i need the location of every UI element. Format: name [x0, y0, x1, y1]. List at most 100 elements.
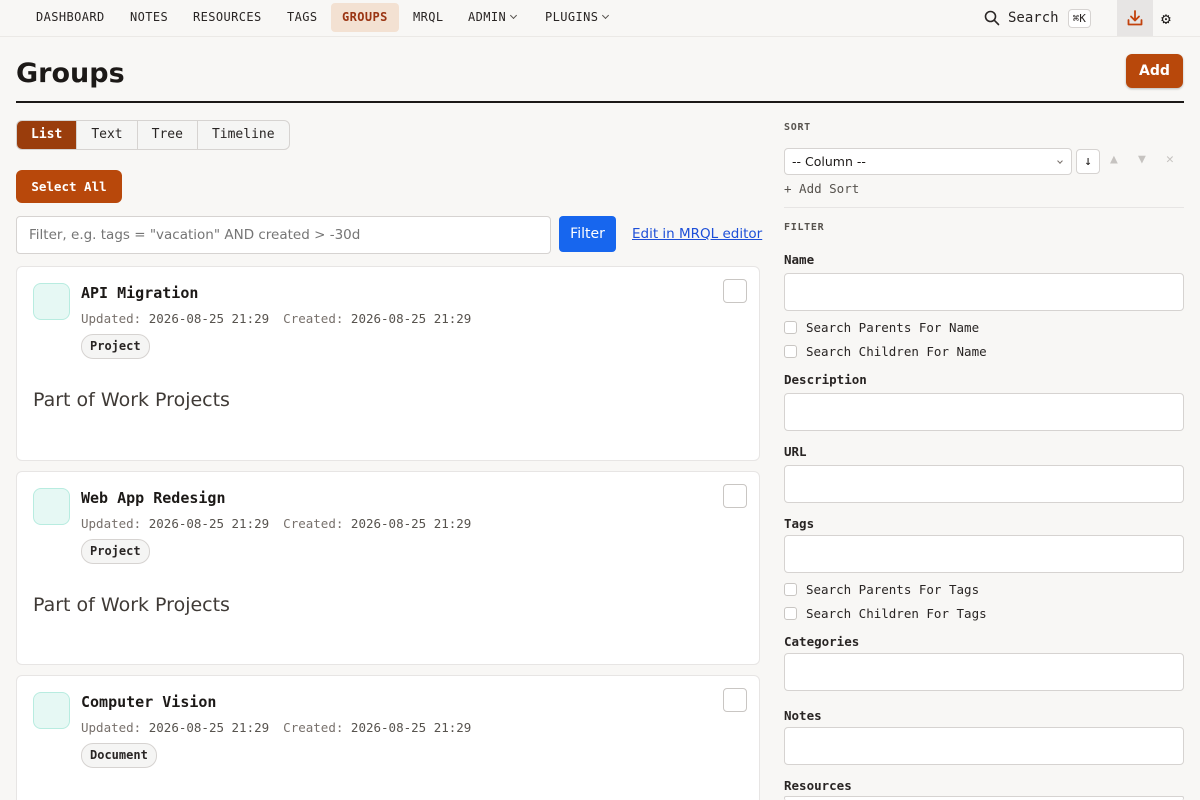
notes-label: Notes: [784, 708, 822, 723]
notes-field[interactable]: [784, 727, 1184, 765]
add-button[interactable]: Add: [1126, 54, 1183, 88]
group-avatar: [33, 488, 70, 525]
nav-item-groups[interactable]: GROUPS: [331, 3, 399, 32]
categories-field[interactable]: [784, 653, 1184, 691]
updated-label: Updated:: [81, 720, 142, 735]
nav-item-notes[interactable]: NOTES: [119, 3, 179, 32]
search-parents-tags-checkbox[interactable]: Search Parents For Tags: [784, 581, 980, 597]
add-sort-button[interactable]: + Add Sort: [784, 181, 859, 196]
download-icon: [1127, 10, 1143, 26]
chevron-down-icon: [1057, 158, 1063, 164]
group-timestamps: Updated: 2026-08-25 21:29 Created: 2026-0…: [81, 516, 471, 531]
updated-value: 2026-08-25 21:29: [148, 516, 270, 531]
title-divider: [16, 101, 1184, 103]
nav-item-resources[interactable]: RESOURCES: [182, 3, 273, 32]
select-checkbox[interactable]: [723, 484, 747, 508]
group-name[interactable]: Computer Vision: [81, 693, 216, 711]
settings-button[interactable]: ⚙: [1157, 8, 1175, 28]
group-description: Part of Work Projects: [33, 594, 230, 616]
search-button[interactable]: Search ⌘K: [984, 6, 1091, 30]
group-timestamps: Updated: 2026-08-25 21:29 Created: 2026-0…: [81, 720, 471, 735]
filter-button[interactable]: Filter: [559, 216, 616, 252]
move-down-icon[interactable]: ▼: [1138, 152, 1146, 167]
search-parents-name-checkbox[interactable]: Search Parents For Name: [784, 319, 980, 335]
tab-timeline[interactable]: Timeline: [198, 121, 289, 149]
nav-item-mrql[interactable]: MRQL: [402, 3, 455, 32]
checkbox-label: Search Parents For Name: [806, 319, 980, 335]
updated-label: Updated:: [81, 311, 142, 326]
sort-column-select[interactable]: -- Column --: [784, 148, 1072, 175]
checkbox-label: Search Children For Name: [806, 343, 987, 359]
chevron-down-icon: [602, 11, 610, 20]
created-label: Created:: [283, 516, 344, 531]
description-label: Description: [784, 372, 867, 387]
top-nav: DASHBOARD NOTES RESOURCES TAGS GROUPS MR…: [0, 0, 1200, 37]
tags-field[interactable]: [784, 535, 1184, 573]
search-children-name-checkbox[interactable]: Search Children For Name: [784, 343, 987, 359]
nav-item-admin[interactable]: ADMIN: [457, 3, 527, 32]
url-label: URL: [784, 444, 807, 459]
move-up-icon[interactable]: ▲: [1110, 152, 1118, 167]
nav-label: PLUGINS: [545, 10, 599, 24]
filter-heading: FILTER: [784, 222, 825, 233]
created-label: Created:: [283, 720, 344, 735]
view-tabs: List Text Tree Timeline: [16, 120, 290, 150]
group-name[interactable]: API Migration: [81, 284, 198, 302]
page-title: Groups: [16, 58, 125, 89]
tag-chip[interactable]: Project: [81, 539, 150, 564]
group-description: Part of Work Projects: [33, 389, 230, 411]
filter-input[interactable]: [16, 216, 551, 254]
nav-item-plugins[interactable]: PLUGINS: [534, 3, 619, 32]
select-all-button[interactable]: Select All: [16, 170, 122, 203]
group-name[interactable]: Web App Redesign: [81, 489, 226, 507]
checkbox[interactable]: [784, 344, 797, 358]
checkbox-label: Search Children For Tags: [806, 605, 987, 621]
name-field[interactable]: [784, 273, 1184, 311]
search-children-tags-checkbox[interactable]: Search Children For Tags: [784, 605, 987, 621]
checkbox-label: Search Parents For Tags: [806, 581, 980, 597]
download-button[interactable]: [1117, 0, 1153, 36]
sort-column-value: -- Column --: [792, 154, 866, 169]
group-timestamps: Updated: 2026-08-25 21:29 Created: 2026-0…: [81, 311, 471, 326]
tag-chip[interactable]: Project: [81, 334, 150, 359]
search-label: Search: [1008, 10, 1059, 26]
resources-field[interactable]: [784, 796, 1184, 800]
description-field[interactable]: [784, 393, 1184, 431]
updated-value: 2026-08-25 21:29: [148, 311, 270, 326]
search-shortcut-badge: ⌘K: [1067, 8, 1091, 28]
group-card[interactable]: Web App Redesign Updated: 2026-08-25 21:…: [16, 471, 760, 665]
name-label: Name: [784, 252, 815, 267]
tab-list[interactable]: List: [17, 121, 78, 149]
checkbox[interactable]: [784, 606, 797, 620]
sort-direction-button[interactable]: ↓: [1076, 149, 1100, 174]
group-card[interactable]: Computer Vision Updated: 2026-08-25 21:2…: [16, 675, 760, 800]
url-field[interactable]: [784, 465, 1184, 503]
search-icon: [984, 10, 1000, 26]
tags-label: Tags: [784, 516, 815, 531]
checkbox[interactable]: [784, 320, 797, 334]
updated-value: 2026-08-25 21:29: [148, 720, 270, 735]
tab-tree[interactable]: Tree: [138, 121, 198, 149]
nav-label: ADMIN: [468, 10, 507, 24]
sidebar-divider: [784, 207, 1184, 208]
tag-chip[interactable]: Document: [81, 743, 157, 768]
sort-heading: SORT: [784, 122, 811, 133]
group-card[interactable]: API Migration Updated: 2026-08-25 21:29 C…: [16, 266, 760, 461]
nav-label: DASHBOARD: [36, 10, 105, 24]
checkbox[interactable]: [784, 582, 797, 596]
nav-item-tags[interactable]: TAGS: [276, 3, 329, 32]
select-checkbox[interactable]: [723, 688, 747, 712]
nav-item-dashboard[interactable]: DASHBOARD: [25, 3, 116, 32]
categories-label: Categories: [784, 634, 860, 649]
group-avatar: [33, 283, 70, 320]
select-checkbox[interactable]: [723, 279, 747, 303]
tab-text[interactable]: Text: [77, 121, 138, 149]
gear-icon: ⚙: [1161, 8, 1171, 28]
nav-label: NOTES: [130, 10, 169, 24]
mrql-editor-link[interactable]: Edit in MRQL editor: [632, 226, 762, 242]
created-value: 2026-08-25 21:29: [350, 720, 472, 735]
nav-label: TAGS: [287, 10, 318, 24]
remove-sort-icon[interactable]: ✕: [1166, 152, 1174, 167]
resources-label: Resources: [784, 778, 852, 793]
group-avatar: [33, 692, 70, 729]
